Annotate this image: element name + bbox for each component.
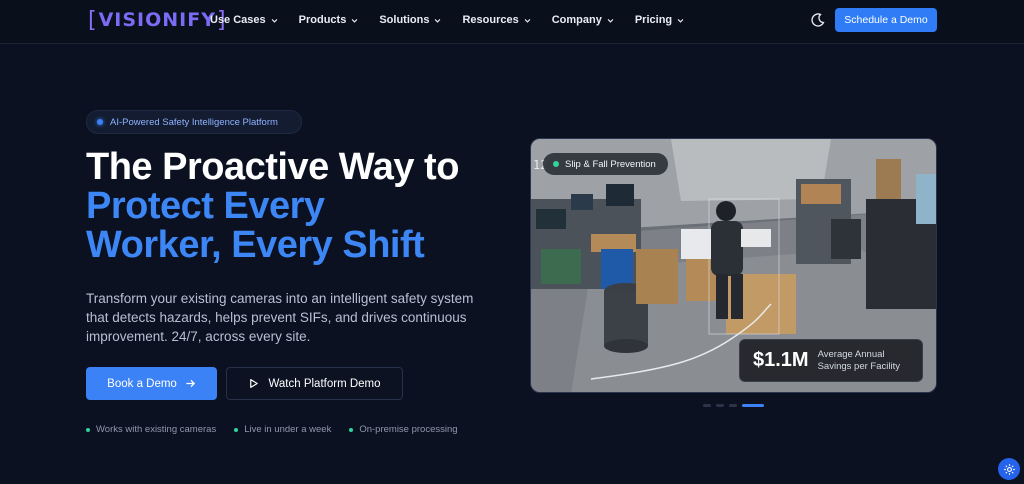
carousel-dot[interactable] xyxy=(729,404,737,407)
feature-item: Works with existing cameras xyxy=(86,424,216,435)
hero-subtitle: Transform your existing cameras into an … xyxy=(86,291,474,344)
carousel-dot[interactable] xyxy=(716,404,724,407)
hero-title-line3: Worker, Every Shift xyxy=(86,224,425,266)
visionify-logo[interactable]: [VISIONIFY] xyxy=(88,8,227,33)
platform-badge: AI-Powered Safety Intelligence Platform xyxy=(86,110,302,134)
badge-dot xyxy=(97,119,103,125)
hero-title-line1: The Proactive Way to xyxy=(86,146,459,188)
menu-item-solutions[interactable]: Solutions xyxy=(379,14,441,26)
arrow-right-icon xyxy=(186,379,195,388)
menu-item-resources[interactable]: Resources xyxy=(462,14,531,26)
feature-item: Live in under a week xyxy=(234,424,331,435)
tag-dot xyxy=(553,161,559,167)
menu-item-use-cases[interactable]: Use Cases xyxy=(210,14,278,26)
chevron-down-icon xyxy=(271,18,278,23)
chevron-down-icon xyxy=(435,18,441,23)
menu-item-pricing[interactable]: Pricing xyxy=(635,14,684,26)
feature-dot xyxy=(349,427,354,432)
savings-stat-card: $1.1M Average Annual Savings per Facilit… xyxy=(739,339,923,382)
menu-item-products[interactable]: Products xyxy=(299,14,359,26)
stat-value: $1.1M xyxy=(753,349,809,371)
schedule-demo-button[interactable]: Schedule a Demo xyxy=(835,8,937,32)
main-menu: Use Cases Products Solutions Resources C… xyxy=(210,0,705,40)
feature-item: On-premise processing xyxy=(349,424,458,435)
play-icon xyxy=(250,379,259,388)
carousel-dot-active[interactable] xyxy=(742,404,764,407)
gear-icon xyxy=(1003,463,1015,475)
top-navigation: [VISIONIFY] Use Cases Products Solutions… xyxy=(0,0,1024,44)
settings-fab[interactable] xyxy=(998,458,1020,480)
stat-label: Average Annual Savings per Facility xyxy=(817,348,900,372)
use-case-tag: Slip & Fall Prevention xyxy=(543,153,668,175)
feature-dot xyxy=(234,427,239,432)
feature-dot xyxy=(86,427,90,432)
moon-icon[interactable] xyxy=(810,12,826,28)
carousel-dot[interactable] xyxy=(703,404,711,407)
book-demo-button[interactable]: Book a Demo xyxy=(86,367,217,400)
hero-title-line2: Protect Every xyxy=(86,185,325,227)
hero-camera-feed: 12 Slip & Fall Prevention $1.1M Average … xyxy=(530,138,937,393)
feature-list: Works with existing cameras Live in unde… xyxy=(86,424,458,435)
badge-label: AI-Powered Safety Intelligence Platform xyxy=(110,116,278,128)
chevron-down-icon xyxy=(607,18,614,23)
chevron-down-icon xyxy=(351,18,358,23)
chevron-down-icon xyxy=(677,18,684,23)
carousel-indicators xyxy=(703,404,764,407)
menu-item-company[interactable]: Company xyxy=(552,14,614,26)
chevron-down-icon xyxy=(524,18,531,23)
hero-title: The Proactive Way to Protect Every Worke… xyxy=(86,148,526,265)
watch-demo-button[interactable]: Watch Platform Demo xyxy=(226,367,403,400)
